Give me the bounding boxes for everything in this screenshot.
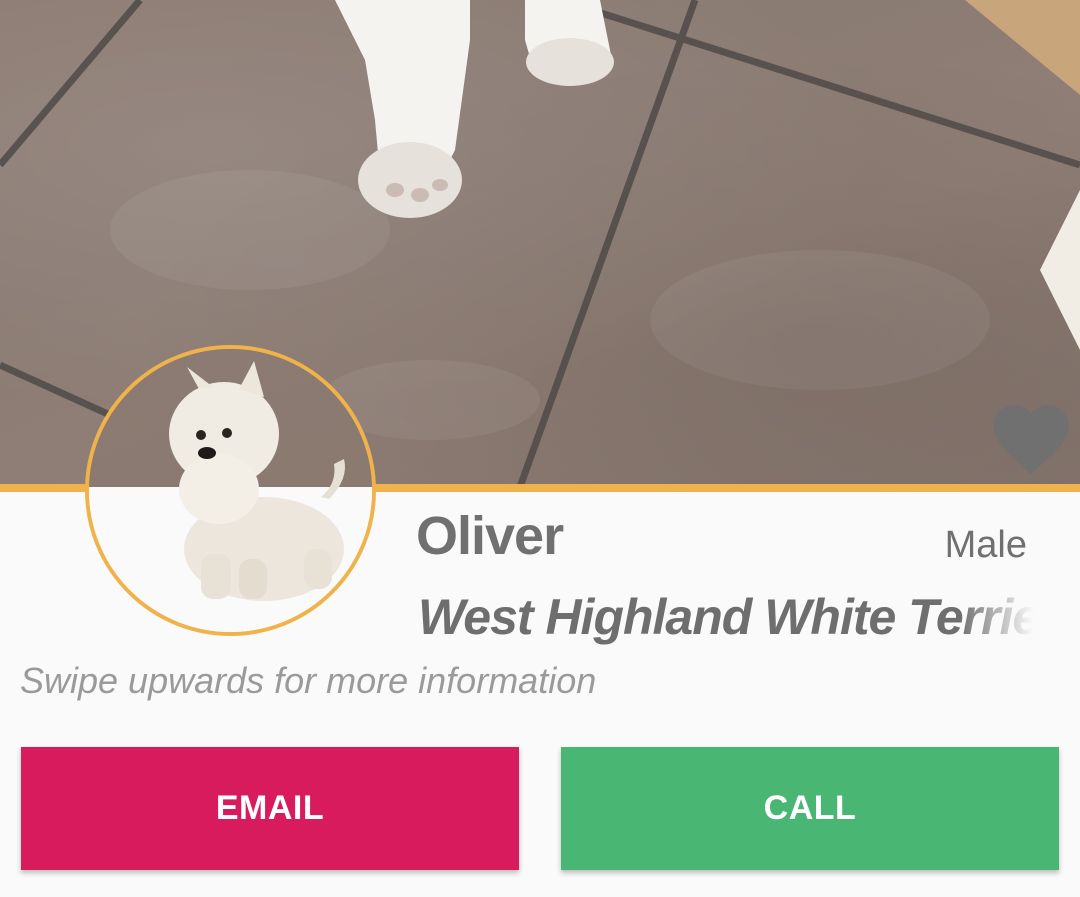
call-button[interactable]: CALL xyxy=(561,747,1059,870)
heart-icon xyxy=(993,405,1069,475)
favorite-heart-button[interactable] xyxy=(986,394,1076,484)
westie-dog-image xyxy=(169,361,345,601)
pet-avatar[interactable] xyxy=(85,345,376,636)
email-button[interactable]: EMAIL xyxy=(21,747,519,870)
pet-name: Oliver xyxy=(416,506,564,566)
pet-breed: West Highland White Terrier xyxy=(418,589,1033,645)
swipe-hint: Swipe upwards for more information xyxy=(20,660,597,701)
pet-gender: Male xyxy=(944,524,1027,566)
